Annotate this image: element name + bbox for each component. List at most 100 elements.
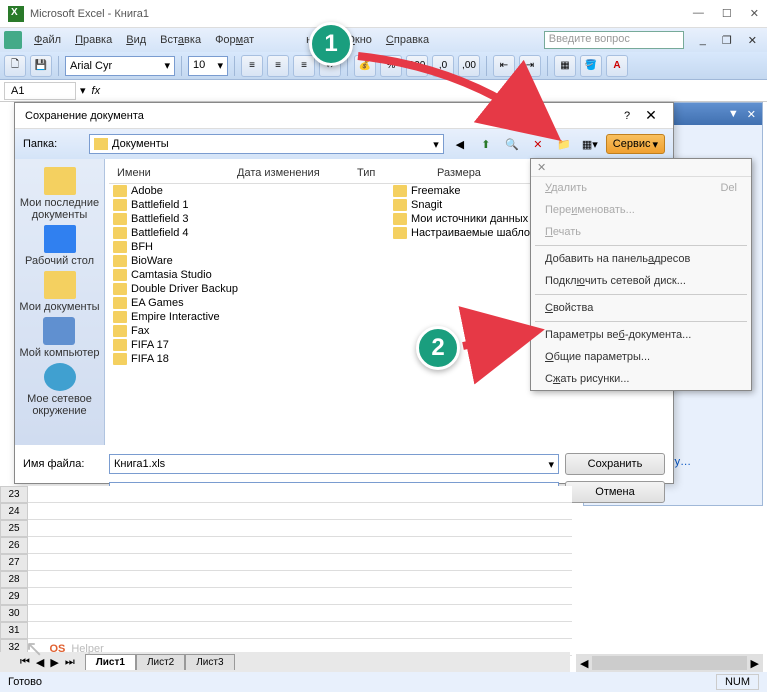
- file-item[interactable]: FIFA 18: [109, 352, 389, 366]
- row-header[interactable]: 24: [0, 503, 28, 520]
- filename-input[interactable]: Книга1.xls▾: [109, 454, 559, 474]
- place-recent[interactable]: Мои последние документы: [15, 167, 104, 221]
- tab-nav-next[interactable]: ▶: [50, 656, 58, 669]
- col-size[interactable]: Размера: [429, 165, 509, 181]
- doc-restore[interactable]: ❐: [716, 32, 738, 49]
- taskpane-dropdown-icon[interactable]: ▼: [728, 108, 739, 120]
- tab-nav-last[interactable]: ⏭: [65, 656, 75, 669]
- font-size-selector[interactable]: 10 ▾: [188, 56, 228, 76]
- file-item[interactable]: Battlefield 1: [109, 198, 389, 212]
- align-right-button[interactable]: ≡: [293, 55, 315, 77]
- tab-nav-first[interactable]: ⏮: [20, 656, 30, 669]
- row-header[interactable]: 27: [0, 554, 28, 571]
- help-button[interactable]: ?: [615, 110, 639, 122]
- callout-1: 1: [309, 22, 353, 66]
- file-item[interactable]: Adobe: [109, 184, 389, 198]
- col-type[interactable]: Тип: [349, 165, 429, 181]
- font-selector[interactable]: Arial Cyr ▾: [65, 56, 175, 76]
- row-cells[interactable]: [28, 486, 572, 503]
- menu-properties[interactable]: Свойства: [531, 297, 751, 319]
- fill-color-button[interactable]: 🪣: [580, 55, 602, 77]
- menu-help[interactable]: Справка: [380, 32, 435, 48]
- window-title: Microsoft Excel - Книга1: [30, 8, 693, 20]
- align-left-button[interactable]: ≡: [241, 55, 263, 77]
- row-header[interactable]: 25: [0, 520, 28, 537]
- menu-insert[interactable]: Вставка: [154, 32, 207, 48]
- file-item[interactable]: Double Driver Backup: [109, 282, 389, 296]
- row-cells[interactable]: [28, 622, 572, 639]
- font-color-button[interactable]: A: [606, 55, 628, 77]
- file-name: Fax: [131, 325, 149, 337]
- menu-file[interactable]: ФФайлайл: [28, 32, 67, 48]
- col-name[interactable]: Имени: [109, 165, 229, 181]
- align-center-button[interactable]: ≡: [267, 55, 289, 77]
- minimize-button[interactable]: —: [693, 7, 704, 20]
- service-button[interactable]: Сервис ▾: [606, 134, 665, 154]
- name-box[interactable]: A1: [4, 82, 76, 100]
- row-header[interactable]: 28: [0, 571, 28, 588]
- menu-network-drive[interactable]: Подключить сетевой диск...: [531, 270, 751, 292]
- row-cells[interactable]: [28, 554, 572, 571]
- row-header[interactable]: 26: [0, 537, 28, 554]
- col-date[interactable]: Дата изменения: [229, 165, 349, 181]
- row-cells[interactable]: [28, 503, 572, 520]
- fx-label[interactable]: fx: [86, 85, 107, 97]
- row-header[interactable]: 31: [0, 622, 28, 639]
- save-button[interactable]: 💾: [30, 55, 52, 77]
- ask-question-input[interactable]: Введите вопрос: [544, 31, 684, 49]
- new-button[interactable]: 🗋: [4, 55, 26, 77]
- close-button[interactable]: ✕: [750, 7, 759, 20]
- menu-add-to-bar[interactable]: Добавить на панель адресов: [531, 248, 751, 270]
- file-item[interactable]: Camtasia Studio: [109, 268, 389, 282]
- row-cells[interactable]: [28, 588, 572, 605]
- file-item[interactable]: Battlefield 4: [109, 226, 389, 240]
- menu-rename[interactable]: Переименовать...: [531, 199, 751, 221]
- file-item[interactable]: BioWare: [109, 254, 389, 268]
- menu-format[interactable]: Формат: [209, 32, 260, 48]
- sheet-row: 29: [0, 588, 572, 605]
- place-mydocs[interactable]: Мои документы: [19, 271, 99, 313]
- taskpane-close-icon[interactable]: ✕: [747, 108, 756, 121]
- dialog-close-button[interactable]: ✕: [639, 107, 663, 124]
- tab-sheet3[interactable]: Лист3: [185, 654, 234, 670]
- file-item[interactable]: BFH: [109, 240, 389, 254]
- menu-web-params[interactable]: Параметры веб-документа...: [531, 324, 751, 346]
- menu-general-params[interactable]: Общие параметры...: [531, 346, 751, 368]
- row-header[interactable]: 29: [0, 588, 28, 605]
- row-cells[interactable]: [28, 605, 572, 622]
- doc-minimize[interactable]: _: [694, 32, 712, 49]
- menu-delete[interactable]: УдалитьDel: [531, 177, 751, 199]
- file-name: Double Driver Backup: [131, 283, 238, 295]
- file-item[interactable]: Empire Interactive: [109, 310, 389, 324]
- file-item[interactable]: Fax: [109, 324, 389, 338]
- menu-edit[interactable]: Правка: [69, 32, 118, 48]
- file-name: Battlefield 1: [131, 199, 188, 211]
- doc-close[interactable]: ✕: [742, 32, 763, 49]
- row-cells[interactable]: [28, 571, 572, 588]
- menu-compress[interactable]: Сжать рисунки...: [531, 368, 751, 390]
- places-bar: Мои последние документы Рабочий стол Мои…: [15, 159, 105, 445]
- row-cells[interactable]: [28, 537, 572, 554]
- menu-close-icon[interactable]: ✕: [531, 159, 751, 177]
- place-desktop[interactable]: Рабочий стол: [25, 225, 94, 267]
- views-button[interactable]: ▦▾: [580, 134, 600, 154]
- file-name: FIFA 18: [131, 353, 169, 365]
- h-scrollbar[interactable]: ◀▶: [576, 654, 763, 672]
- file-item[interactable]: FIFA 17: [109, 338, 389, 352]
- file-item[interactable]: EA Games: [109, 296, 389, 310]
- tab-sheet1[interactable]: Лист1: [85, 654, 136, 670]
- menu-print[interactable]: Печать: [531, 221, 751, 243]
- row-header[interactable]: 30: [0, 605, 28, 622]
- sheet-row: 23: [0, 486, 572, 503]
- tab-nav-prev[interactable]: ◀: [36, 656, 44, 669]
- save-button[interactable]: Сохранить: [565, 453, 665, 475]
- row-header[interactable]: 23: [0, 486, 28, 503]
- maximize-button[interactable]: ☐: [722, 7, 732, 20]
- cancel-button[interactable]: Отмена: [565, 481, 665, 503]
- place-mycomp[interactable]: Мой компьютер: [19, 317, 99, 359]
- menu-view[interactable]: Вид: [120, 32, 152, 48]
- place-mynet[interactable]: Мое сетевое окружение: [15, 363, 104, 417]
- file-item[interactable]: Battlefield 3: [109, 212, 389, 226]
- row-cells[interactable]: [28, 520, 572, 537]
- tab-sheet2[interactable]: Лист2: [136, 654, 185, 670]
